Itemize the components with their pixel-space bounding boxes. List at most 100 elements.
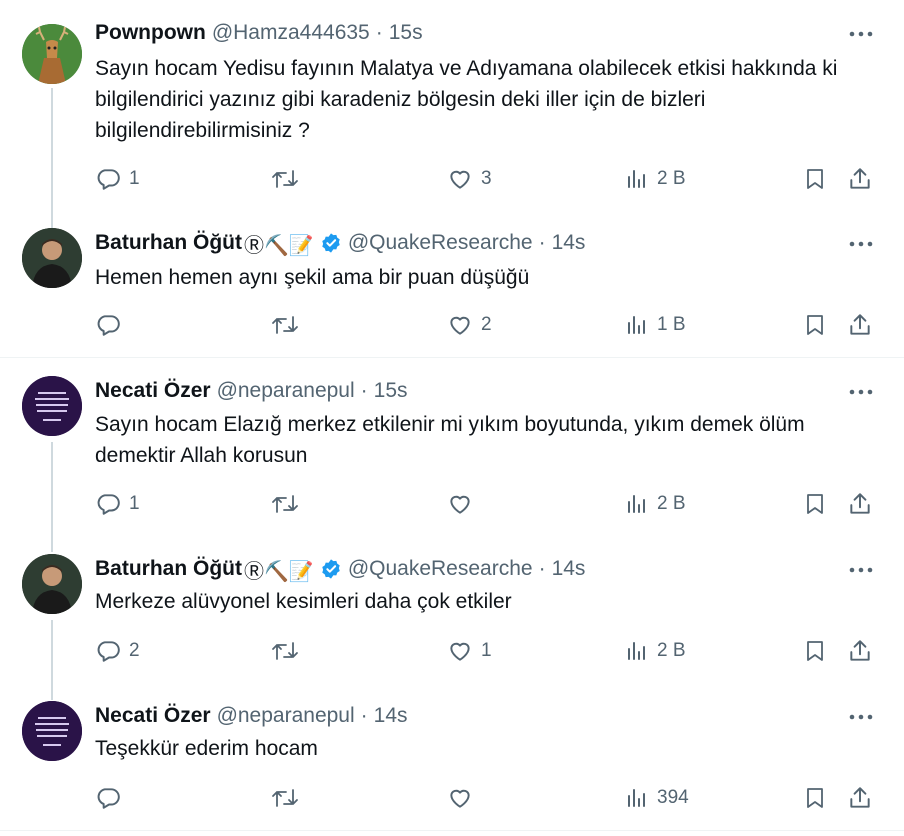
like-button[interactable]: 2 (447, 310, 492, 340)
like-button[interactable] (447, 783, 481, 813)
share-icon (850, 168, 870, 189)
reply-icon (97, 788, 120, 809)
reply-count: 1 (129, 168, 140, 189)
bookmark-icon (807, 169, 823, 189)
author-emoji: Ⓡ⛏️📝 (244, 234, 314, 257)
retweet-button[interactable] (271, 636, 307, 666)
bookmark-button[interactable] (803, 164, 827, 194)
more-options-icon[interactable] (848, 234, 874, 259)
reply-count: 2 (129, 640, 140, 661)
author-name[interactable]: Necati Özer (95, 379, 211, 403)
tweet-3[interactable]: Necati Özer @neparanepul · 15s Sayın hoc… (0, 376, 904, 552)
bookmark-button[interactable] (803, 489, 827, 519)
person-avatar[interactable] (22, 228, 82, 288)
views-count: 2 B (657, 493, 686, 514)
separator-dot: · (375, 21, 383, 44)
like-button[interactable]: 1 (447, 636, 492, 666)
views-icon (628, 789, 645, 807)
author-handle[interactable]: @QuakeResearche (348, 557, 533, 581)
bookmark-icon (807, 315, 823, 335)
tweet-1[interactable]: Pownpown @Hamza444635 · 15s Sayın hocam … (0, 18, 904, 228)
timestamp[interactable]: 14s (374, 704, 408, 728)
reply-button[interactable] (95, 783, 129, 813)
author-handle[interactable]: @neparanepul (217, 379, 355, 403)
views-icon (628, 316, 645, 334)
tweet-5[interactable]: Necati Özer @neparanepul · 14s Teşekkür … (0, 701, 904, 821)
verified-badge-icon (320, 558, 342, 580)
views-count: 2 B (657, 640, 686, 661)
like-count: 1 (481, 640, 492, 661)
purple-quote-avatar[interactable] (22, 376, 82, 436)
like-button[interactable] (447, 489, 481, 519)
tweet-header: Necati Özer @neparanepul · 14s (95, 701, 408, 731)
timestamp[interactable]: 14s (552, 557, 586, 581)
views-button[interactable]: 2 B (625, 489, 686, 519)
tweet-4[interactable]: Baturhan Öğüt Ⓡ⛏️📝 @QuakeResearche · 14s… (0, 554, 904, 700)
author-name[interactable]: Necati Özer (95, 704, 211, 728)
share-icon (850, 640, 870, 661)
retweet-button[interactable] (271, 783, 307, 813)
thread-line (51, 442, 53, 552)
retweet-icon (272, 642, 298, 660)
bookmark-icon (807, 788, 823, 808)
author-handle[interactable]: @QuakeResearche (348, 231, 533, 255)
author-handle[interactable]: @neparanepul (217, 704, 355, 728)
tweet-header: Pownpown @Hamza444635 · 15s (95, 18, 423, 48)
bookmark-button[interactable] (803, 310, 827, 340)
share-button[interactable] (847, 783, 873, 813)
reply-icon (97, 169, 120, 190)
more-options-icon[interactable] (848, 24, 874, 49)
tweet-text: Sayın hocam Elazığ merkez etkilenir mi y… (95, 413, 805, 467)
deer-avatar[interactable] (22, 24, 82, 84)
timestamp[interactable]: 15s (389, 21, 423, 45)
reply-count: 1 (129, 493, 140, 514)
author-name[interactable]: Pownpown (95, 21, 206, 45)
share-button[interactable] (847, 310, 873, 340)
tweet-2[interactable]: Baturhan Öğüt Ⓡ⛏️📝 @QuakeResearche · 14s… (0, 228, 904, 348)
reply-button[interactable]: 1 (95, 489, 140, 519)
views-icon (628, 495, 645, 513)
tweet-text: Sayın hocam Yedisu fayının Malatya ve Ad… (95, 57, 838, 142)
views-button[interactable]: 2 B (625, 636, 686, 666)
separator-dot: · (360, 704, 368, 727)
like-button[interactable]: 3 (447, 164, 492, 194)
share-icon (850, 787, 870, 808)
more-options-icon[interactable] (848, 560, 874, 585)
heart-icon (450, 316, 470, 335)
bottom-separator (0, 830, 904, 831)
timestamp[interactable]: 15s (374, 379, 408, 403)
author-name[interactable]: Baturhan Öğüt (95, 231, 242, 255)
person-avatar[interactable] (22, 554, 82, 614)
views-button[interactable]: 394 (625, 783, 689, 813)
separator-dot: · (538, 231, 546, 254)
retweet-button[interactable] (271, 489, 307, 519)
separator-dot: · (538, 557, 546, 580)
reply-button[interactable]: 2 (95, 636, 140, 666)
views-button[interactable]: 2 B (625, 164, 686, 194)
views-count: 1 B (657, 314, 686, 335)
bookmark-button[interactable] (803, 636, 827, 666)
heart-icon (450, 642, 470, 661)
reply-button[interactable]: 1 (95, 164, 140, 194)
like-count: 2 (481, 314, 492, 335)
share-button[interactable] (847, 636, 873, 666)
thread-separator (0, 357, 904, 358)
reply-button[interactable] (95, 310, 129, 340)
author-name[interactable]: Baturhan Öğüt (95, 557, 242, 581)
more-options-icon[interactable] (848, 707, 874, 732)
views-count: 2 B (657, 168, 686, 189)
retweet-button[interactable] (271, 310, 307, 340)
author-handle[interactable]: @Hamza444635 (212, 21, 370, 45)
conversation-feed: Pownpown @Hamza444635 · 15s Sayın hocam … (0, 0, 904, 836)
share-button[interactable] (847, 489, 873, 519)
retweet-button[interactable] (271, 164, 307, 194)
more-options-icon[interactable] (848, 382, 874, 407)
views-button[interactable]: 1 B (625, 310, 686, 340)
retweet-icon (272, 789, 298, 807)
timestamp[interactable]: 14s (552, 231, 586, 255)
action-bar: 2 1 B (95, 310, 885, 340)
bookmark-button[interactable] (803, 783, 827, 813)
purple-quote-avatar[interactable] (22, 701, 82, 761)
action-bar: 1 3 2 B (95, 164, 885, 194)
share-button[interactable] (847, 164, 873, 194)
